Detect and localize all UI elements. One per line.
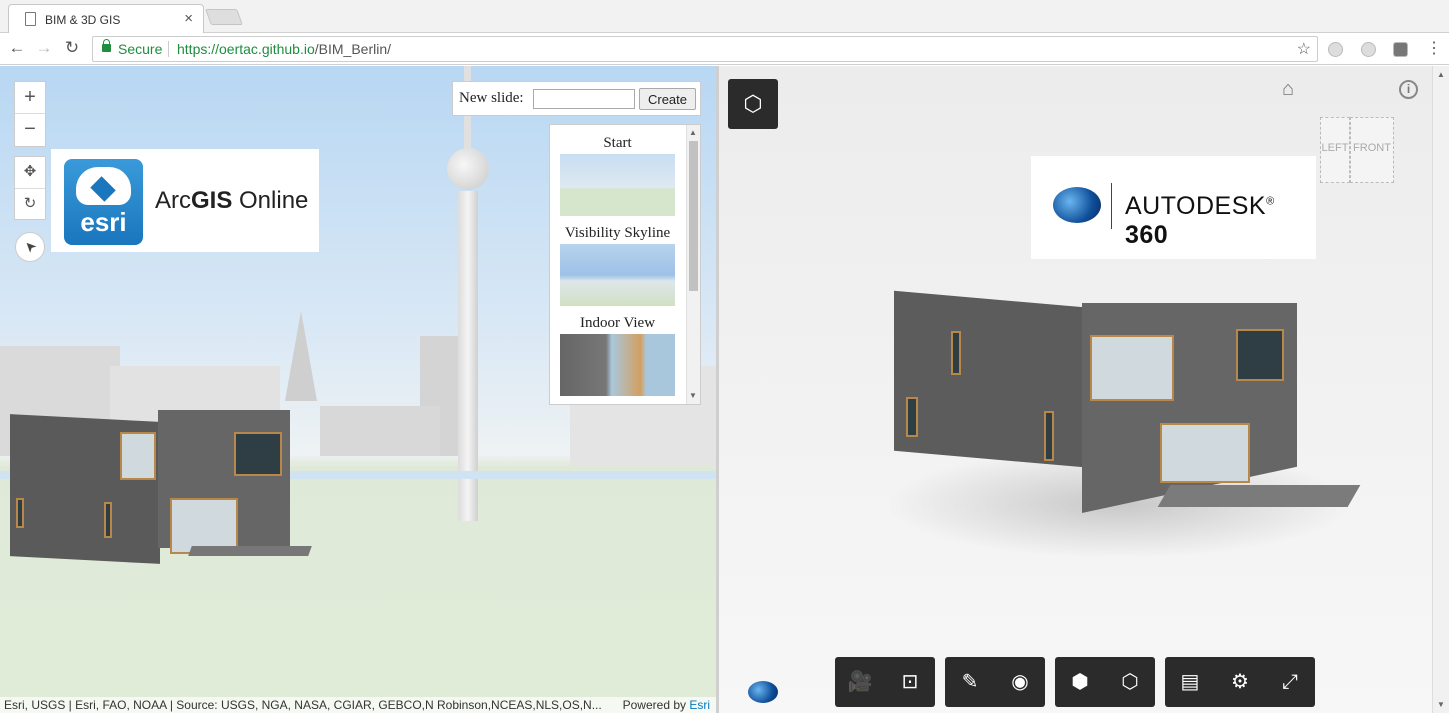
window [906, 397, 918, 437]
logo-divider [1111, 183, 1112, 229]
slides-scrollbar[interactable]: ▲ ▼ [686, 125, 700, 404]
toolbar-group-settings: ▤ ⚙ ⤢ [1165, 657, 1315, 707]
slide-thumbnail [560, 154, 675, 216]
window [1090, 335, 1174, 401]
new-slide-input[interactable] [533, 89, 635, 109]
powered-by: Powered by Esri [622, 698, 710, 712]
esri-link[interactable]: Esri [689, 698, 710, 712]
back-icon[interactable]: ← [6, 37, 28, 59]
reload-icon[interactable]: ↻ [61, 37, 83, 59]
slide-thumbnail [560, 244, 675, 306]
measure-icon[interactable]: ✎ [945, 657, 995, 707]
slide-title: Start [603, 135, 632, 151]
slide-thumbnail [560, 334, 675, 396]
autodesk-logo-mark [748, 681, 778, 703]
security-label: Secure [118, 41, 163, 57]
scene-building [320, 406, 440, 456]
building-facade [894, 290, 1084, 468]
esri-logo: esri [64, 159, 143, 245]
bim-building-model[interactable] [884, 290, 1361, 559]
tv-tower-sphere [447, 148, 489, 190]
viewcube-front[interactable]: FRONT [1350, 117, 1394, 183]
close-tab-icon[interactable]: × [184, 10, 193, 27]
arcgis-online-logo: esri ArcGIS Online [51, 149, 319, 252]
zoom-in-button[interactable]: + [15, 82, 45, 114]
church-spire [285, 311, 317, 401]
address-bar[interactable]: Secure https://oertac.github.io/BIM_Berl… [92, 36, 1318, 62]
window [951, 331, 961, 375]
autodesk-logo-mark [1053, 187, 1101, 223]
slide-item[interactable]: Indoor View [560, 315, 675, 396]
home-icon[interactable]: ⌂ [1282, 78, 1294, 101]
new-tab-button[interactable] [205, 9, 243, 25]
slides-panel: Start Visibility Skyline Indoor View ▲ ▼ [549, 124, 701, 405]
zoom-out-button[interactable]: − [15, 114, 45, 146]
arcgis-scene-view[interactable]: + − ✥ ↻ ➤ esri ArcGIS Online New slide: … [0, 66, 716, 713]
scroll-down-icon[interactable]: ▼ [689, 391, 697, 400]
divider [168, 41, 169, 57]
new-slide-form: New slide: Create [452, 81, 701, 116]
slide-title: Indoor View [579, 315, 656, 331]
section-icon[interactable]: ⬡ [1105, 657, 1155, 707]
cloud-icon [76, 167, 131, 205]
toolbar-group-navigation: 🎥 ⊡ [835, 657, 935, 707]
star-icon[interactable]: ☆ [1297, 39, 1311, 59]
menu-icon[interactable]: ⋮ [1423, 38, 1445, 60]
extension-icon[interactable] [1361, 42, 1376, 57]
url-text: https://oertac.github.io/BIM_Berlin/ [177, 41, 392, 57]
autodesk-viewer[interactable]: ⬡ ⌂ i LEFT FRONT AUTODESK® 360 🎥 ⊡ ✎ ◉ ⬢… [719, 66, 1432, 713]
zoom-control: + − [14, 81, 46, 147]
window [1236, 329, 1284, 381]
browser-tab-strip: BIM & 3D GIS × [0, 0, 1449, 33]
toolbar-group-modeling: ✎ ◉ [945, 657, 1045, 707]
explode-icon[interactable]: ⬢ [1055, 657, 1105, 707]
fullscreen-icon[interactable]: ⤢ [1265, 657, 1315, 707]
slide-item[interactable]: Start [560, 135, 675, 216]
slide-title: Visibility Skyline [564, 225, 671, 241]
terrace [188, 546, 312, 556]
window [16, 498, 24, 528]
forward-icon[interactable]: → [33, 37, 55, 59]
bim-building-model[interactable] [10, 410, 312, 564]
model-browser-icon[interactable]: ⬡ [728, 79, 778, 129]
page-scrollbar[interactable]: ▲ ▼ [1432, 66, 1449, 713]
rotate-icon[interactable]: ↻ [15, 189, 45, 221]
window [120, 432, 156, 480]
tab-title: BIM & 3D GIS [45, 13, 121, 27]
window [1044, 411, 1054, 461]
map-attribution: Esri, USGS | Esri, FAO, NOAA | Source: U… [0, 697, 716, 713]
hide-icon[interactable]: ◉ [995, 657, 1045, 707]
scroll-thumb[interactable] [689, 141, 698, 291]
extension-icon[interactable] [1328, 42, 1343, 57]
create-slide-button[interactable]: Create [639, 88, 696, 110]
scroll-up-icon[interactable]: ▲ [689, 128, 697, 137]
window [104, 502, 112, 538]
window [1160, 423, 1250, 483]
browser-tab[interactable]: BIM & 3D GIS × [8, 4, 204, 33]
settings-icon[interactable]: ⚙ [1215, 657, 1265, 707]
properties-icon[interactable]: ▤ [1165, 657, 1215, 707]
terrace [1157, 485, 1361, 507]
viewcube[interactable]: LEFT FRONT [1320, 117, 1394, 183]
scroll-down-icon[interactable]: ▼ [1437, 700, 1445, 709]
info-icon[interactable]: i [1399, 80, 1418, 99]
autodesk-360-logo: AUTODESK® 360 [1031, 156, 1316, 259]
focus-icon[interactable]: ⊡ [885, 657, 935, 707]
scroll-up-icon[interactable]: ▲ [1437, 70, 1445, 79]
extension-icon[interactable] [1393, 42, 1408, 57]
slide-item[interactable]: Visibility Skyline [560, 225, 675, 306]
browser-toolbar: ← → ↻ Secure https://oertac.github.io/BI… [0, 33, 1449, 65]
viewcube-left[interactable]: LEFT [1320, 117, 1350, 183]
navigation-toggle: ✥ ↻ [14, 156, 46, 220]
window [234, 432, 282, 476]
lock-icon [102, 39, 111, 52]
logo-text: AUTODESK® 360 [1125, 192, 1275, 249]
logo-text: ArcGIS Online [155, 187, 309, 214]
page-icon [25, 12, 36, 26]
pan-icon[interactable]: ✥ [15, 157, 45, 189]
camera-icon[interactable]: 🎥 [835, 657, 885, 707]
compass-icon[interactable]: ➤ [15, 232, 45, 262]
new-slide-label: New slide: [459, 90, 524, 106]
toolbar-group-explode: ⬢ ⬡ [1055, 657, 1155, 707]
